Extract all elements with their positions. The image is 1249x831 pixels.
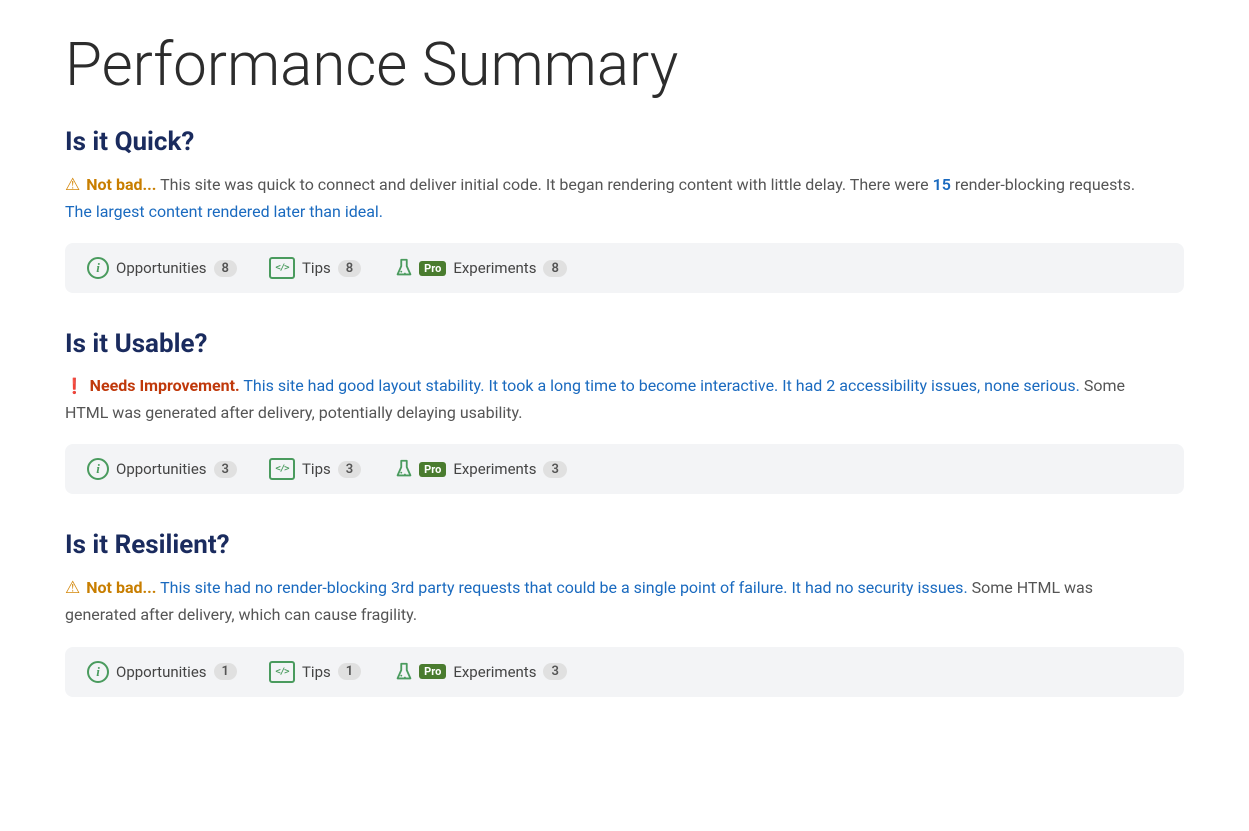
section-resilient-status-label: Not bad...: [82, 578, 156, 597]
section-quick-description: ⚠ Not bad... This site was quick to conn…: [65, 171, 1165, 225]
flask-icon: [393, 257, 415, 279]
error-icon: ❗: [65, 377, 84, 395]
tips-label: Tips: [302, 663, 331, 681]
section-quick-heading: Is it Quick?: [65, 127, 1184, 157]
warning-icon: ⚠: [65, 578, 80, 598]
page-title: Performance Summary: [65, 30, 1184, 99]
section-resilient-description: ⚠ Not bad... This site had no render-blo…: [65, 574, 1165, 628]
inline-link[interactable]: This site had good layout stability.: [243, 376, 484, 395]
opportunities-badge[interactable]: i Opportunities 8: [87, 257, 237, 279]
inline-link[interactable]: It had no security issues.: [791, 578, 967, 597]
tips-count: 1: [338, 663, 361, 680]
pro-badge: Pro: [419, 261, 446, 276]
inline-number: 15: [933, 175, 951, 194]
section-usable-heading: Is it Usable?: [65, 329, 1184, 359]
info-icon: i: [87, 458, 109, 480]
tips-count: 3: [338, 461, 361, 478]
experiments-icon: Pro: [393, 458, 446, 480]
section-usable-badge-bar: i Opportunities 3 </> Tips 3 Pro Experim…: [65, 444, 1184, 494]
opportunities-label: Opportunities: [116, 663, 207, 681]
warning-icon: ⚠: [65, 175, 80, 195]
section-quick: Is it Quick? ⚠ Not bad... This site was q…: [65, 127, 1184, 293]
tips-icon: </>: [269, 661, 295, 683]
section-resilient-badge-bar: i Opportunities 1 </> Tips 1 Pro Experim…: [65, 647, 1184, 697]
opportunities-count: 3: [214, 461, 237, 478]
tips-count: 8: [338, 260, 361, 277]
section-resilient-heading: Is it Resilient?: [65, 530, 1184, 560]
opportunities-badge[interactable]: i Opportunities 3: [87, 458, 237, 480]
opportunities-count: 1: [214, 663, 237, 680]
opportunities-count: 8: [214, 260, 237, 277]
tips-icon: </>: [269, 458, 295, 480]
experiments-icon: Pro: [393, 257, 446, 279]
section-usable-status-label: Needs Improvement.: [86, 376, 240, 395]
pro-badge: Pro: [419, 462, 446, 477]
flask-icon: [393, 661, 415, 683]
pro-badge: Pro: [419, 664, 446, 679]
tips-icon: </>: [269, 257, 295, 279]
section-resilient: Is it Resilient? ⚠ Not bad... This site h…: [65, 530, 1184, 696]
tips-label: Tips: [302, 259, 331, 277]
inline-link[interactable]: The largest content rendered later than …: [65, 202, 383, 221]
section-usable-description: ❗ Needs Improvement. This site had good …: [65, 373, 1165, 426]
info-icon: i: [87, 257, 109, 279]
section-usable: Is it Usable? ❗ Needs Improvement. This s…: [65, 329, 1184, 494]
experiments-badge[interactable]: Pro Experiments 3: [393, 661, 567, 683]
opportunities-badge[interactable]: i Opportunities 1: [87, 661, 237, 683]
experiments-label: Experiments: [453, 460, 536, 478]
experiments-count: 8: [543, 260, 566, 277]
tips-badge[interactable]: </> Tips 3: [269, 458, 361, 480]
experiments-label: Experiments: [453, 663, 536, 681]
tips-badge[interactable]: </> Tips 1: [269, 661, 361, 683]
opportunities-label: Opportunities: [116, 460, 207, 478]
tips-badge[interactable]: </> Tips 8: [269, 257, 361, 279]
experiments-label: Experiments: [453, 259, 536, 277]
inline-link[interactable]: It took a long time to become interactiv…: [488, 376, 778, 395]
experiments-count: 3: [543, 461, 566, 478]
inline-link[interactable]: It had 2 accessibility issues, none seri…: [782, 376, 1080, 395]
tips-label: Tips: [302, 460, 331, 478]
experiments-count: 3: [543, 663, 566, 680]
info-icon: i: [87, 661, 109, 683]
opportunities-label: Opportunities: [116, 259, 207, 277]
experiments-badge[interactable]: Pro Experiments 3: [393, 458, 567, 480]
inline-link[interactable]: This site had no render-blocking 3rd par…: [160, 578, 787, 597]
section-quick-badge-bar: i Opportunities 8 </> Tips 8 Pro Experim…: [65, 243, 1184, 293]
flask-icon: [393, 458, 415, 480]
experiments-badge[interactable]: Pro Experiments 8: [393, 257, 567, 279]
section-quick-status-label: Not bad...: [82, 175, 156, 194]
experiments-icon: Pro: [393, 661, 446, 683]
